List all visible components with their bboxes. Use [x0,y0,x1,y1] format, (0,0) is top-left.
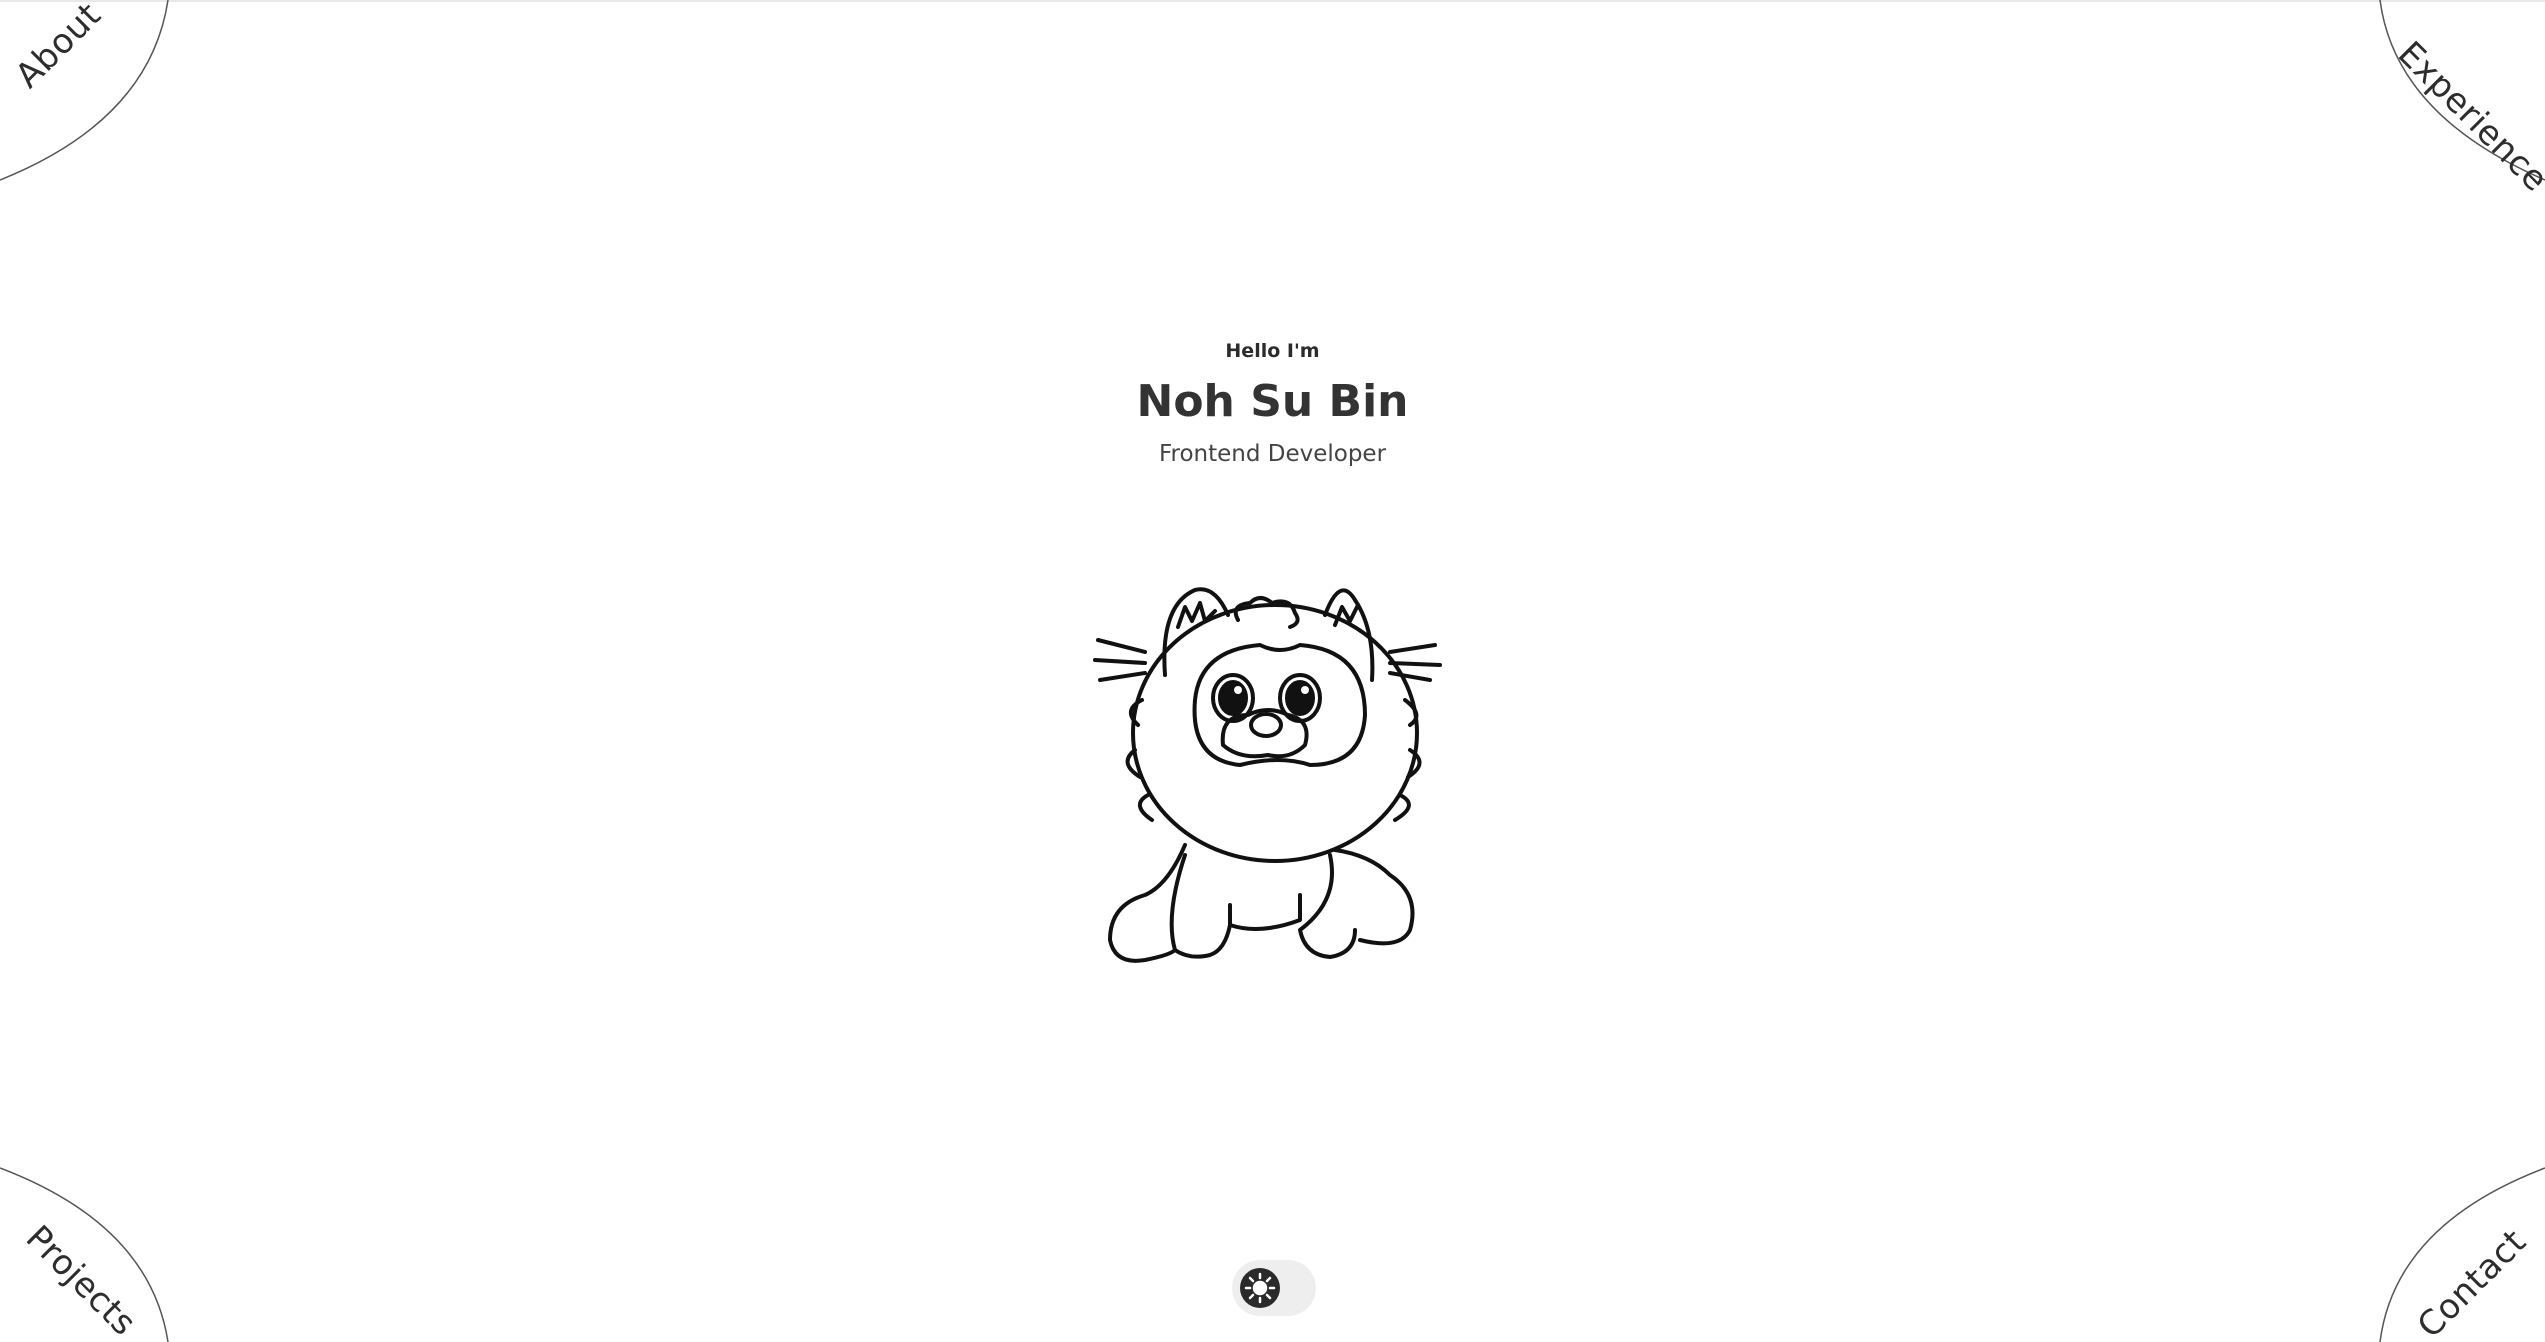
hero-section: Hello I'm Noh Su Bin Frontend Developer [0,340,2545,467]
sun-icon[interactable] [1240,1268,1280,1308]
nav-experience-link[interactable]: Experience [2390,34,2545,200]
top-border [0,0,2545,2]
nav-about-link[interactable]: About [8,0,109,96]
hero-role: Frontend Developer [1158,441,1387,467]
tiger-cub-illustration-icon [1093,587,1442,963]
nav-contact-link[interactable]: Contact [2410,1222,2534,1342]
hero-greeting: Hello I'm [1225,340,1320,362]
nav-projects-link[interactable]: Projects [18,1218,144,1342]
hero-name: Noh Su Bin [1136,376,1409,427]
theme-toggle[interactable] [1232,1260,1316,1316]
